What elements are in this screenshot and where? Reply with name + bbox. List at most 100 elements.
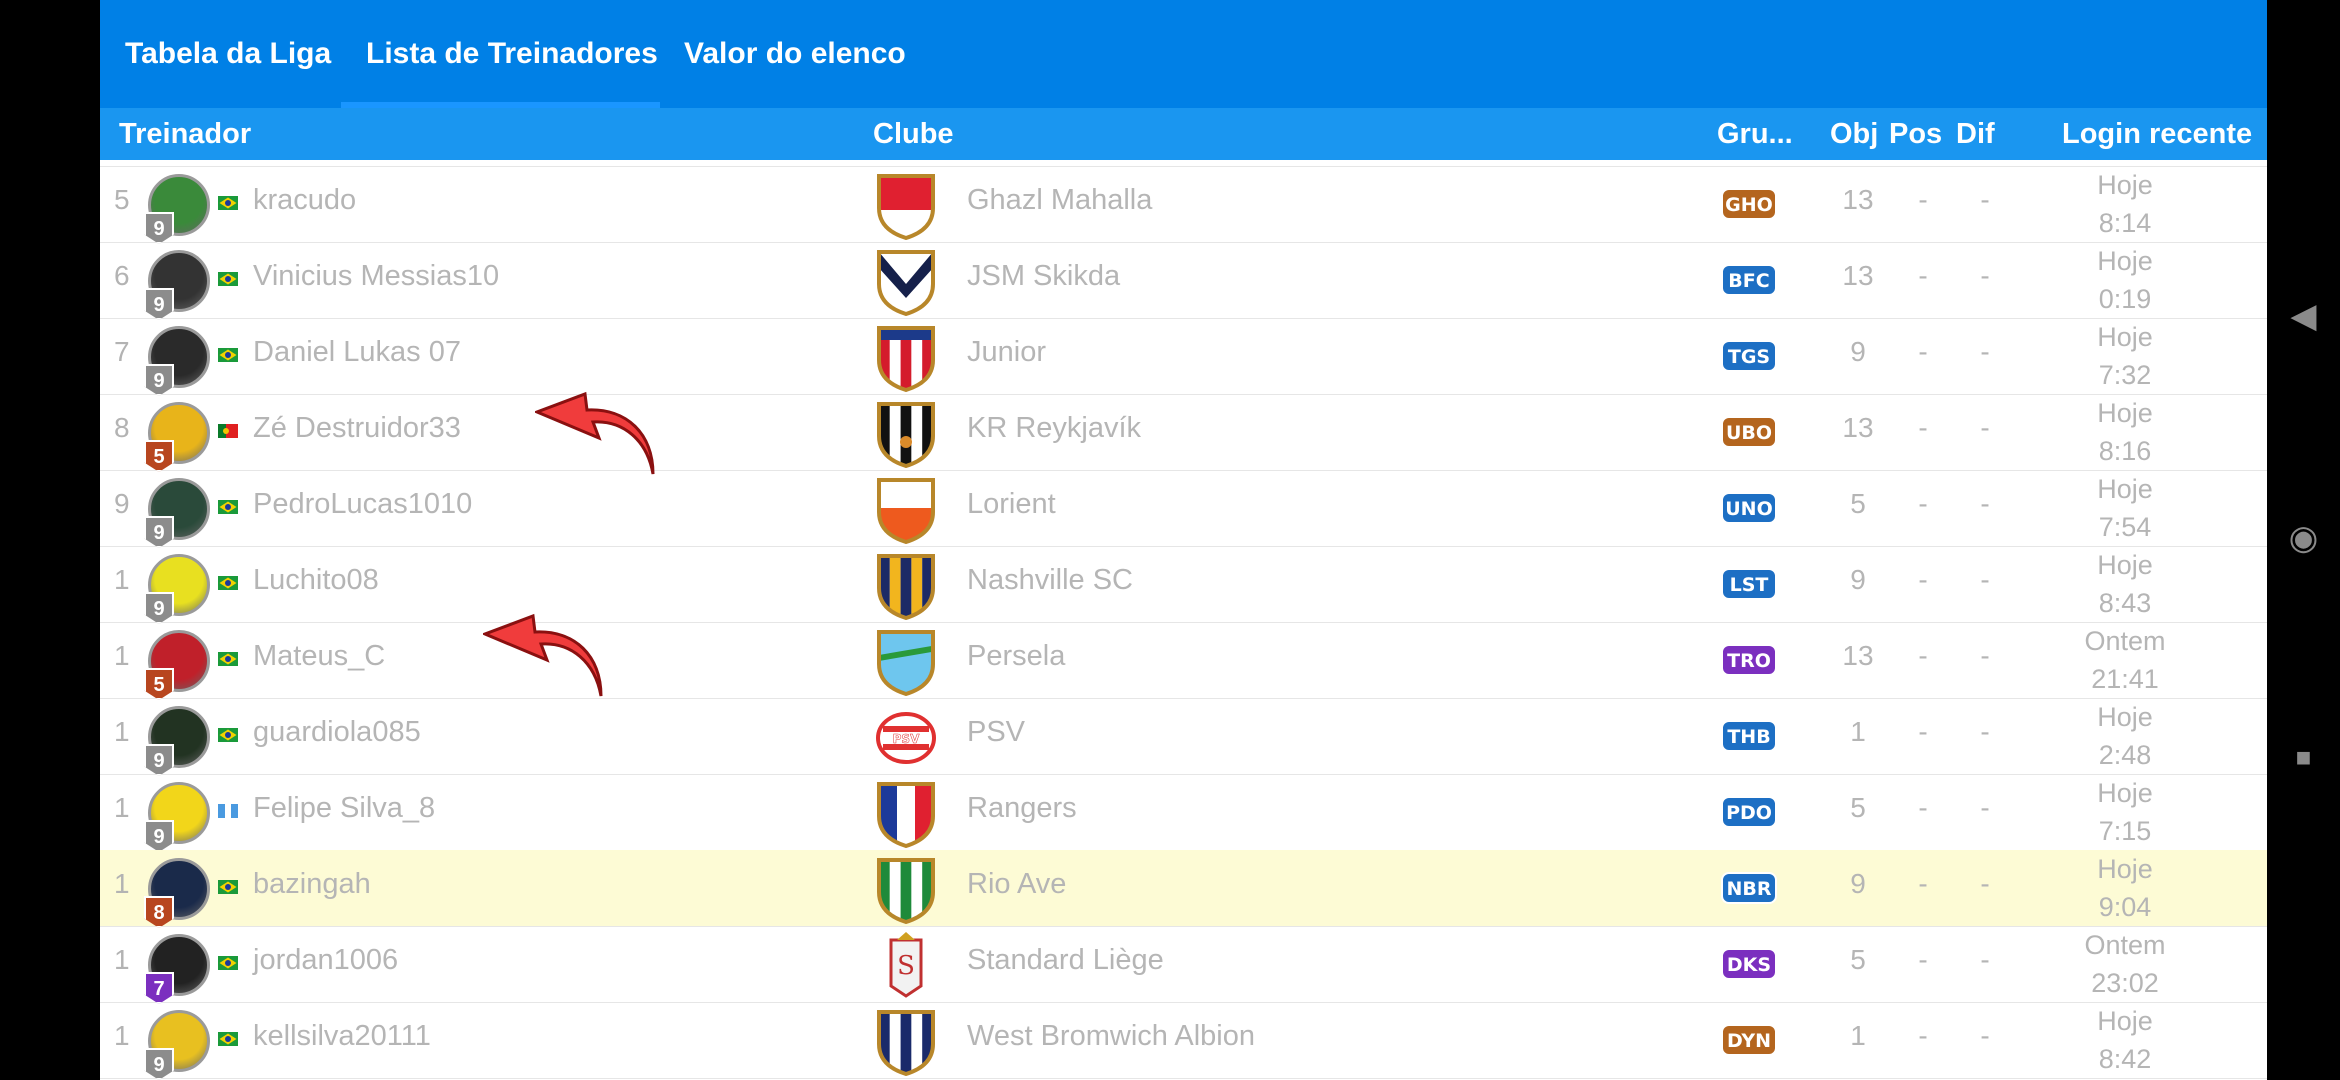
- rank-number: 1: [114, 1020, 130, 1051]
- svg-text:PSV: PSV: [893, 732, 920, 746]
- table-row[interactable]: 1 9 guardiola085 PSV PSV THB 1- - Hoje 2:48: [100, 698, 2267, 776]
- table-row[interactable]: 1 9 kellsilva20111 West Bromwich Albion DYN 1…: [100, 1002, 2267, 1080]
- difference-value: -: [1980, 944, 1990, 975]
- col-login[interactable]: Login recente: [2062, 118, 2252, 151]
- brazil-flag-icon: [218, 728, 238, 742]
- group-badge: BFC: [1721, 264, 1777, 296]
- coach-name[interactable]: Luchito08: [253, 564, 379, 597]
- group-code: THB: [1727, 726, 1770, 748]
- club-crest-icon: [877, 478, 935, 544]
- table-row[interactable]: 9 9 PedroLucas1010 Lorient UNO 5 - - Hoje 7:54: [100, 470, 2267, 548]
- table-row[interactable]: 5 9 kracudo Ghazl Mahalla GHO 13 - - Hoje 8:14: [100, 166, 2267, 244]
- club-name[interactable]: Rio Ave: [967, 868, 1066, 901]
- login-day: Hoje: [2097, 170, 2153, 200]
- brazil-flag-icon: [218, 272, 238, 286]
- coach-name[interactable]: Zé Destruidor33: [253, 412, 461, 445]
- club-crest-icon: [877, 250, 935, 316]
- coach-name[interactable]: Daniel Lukas 07: [253, 336, 461, 369]
- difference-value: -: [1980, 184, 1990, 215]
- login-time: 8:14: [2098, 208, 2152, 238]
- difference-value: -: [1980, 488, 1990, 519]
- club-name[interactable]: Standard Liège: [967, 944, 1164, 977]
- club-crest-icon: [877, 1010, 935, 1076]
- club-name[interactable]: PSV: [967, 716, 1025, 749]
- club-crest-icon: [877, 782, 935, 848]
- col-obj[interactable]: Obj: [1830, 118, 1878, 151]
- group-code: PDO: [1726, 802, 1772, 824]
- club-name[interactable]: West Bromwich Albion: [967, 1020, 1255, 1053]
- table-row[interactable]: 8 5 Zé Destruidor33 KR Reykjavík UBO 13 - - Hoje…: [100, 394, 2267, 472]
- level-badge: 9: [144, 744, 174, 776]
- col-coach[interactable]: Treinador: [119, 118, 251, 151]
- login-time: 23:02: [2091, 968, 2159, 998]
- table-row[interactable]: 6 9 Vinicius Messias10 JSM Skikda BFC 13 - - Hoj…: [100, 242, 2267, 320]
- position-value: -: [1918, 412, 1928, 443]
- app-screen: Tabela da Liga Lista de Treinadores Valo…: [100, 0, 2267, 1080]
- home-circle-icon[interactable]: ◉: [2267, 518, 2340, 558]
- group-badge: THB: [1721, 720, 1777, 752]
- login-day: Hoje: [2097, 550, 2153, 580]
- table-row[interactable]: 1 5 Mateus_C Persela TRO 13 - - Ontem 21:41: [100, 622, 2267, 700]
- level-badge: 9: [144, 212, 174, 244]
- login-time: 2:48: [2098, 740, 2152, 770]
- rank-number: 1: [114, 868, 130, 899]
- club-name[interactable]: JSM Skikda: [967, 260, 1120, 293]
- club-name[interactable]: Rangers: [967, 792, 1077, 825]
- tab-squad-value[interactable]: Valor do elenco: [684, 0, 906, 108]
- rank-number: 8: [114, 412, 130, 443]
- coach-name[interactable]: Vinicius Messias10: [253, 260, 499, 293]
- coach-name[interactable]: PedroLucas1010: [253, 488, 472, 521]
- login-day: Ontem: [2084, 930, 2166, 960]
- table-row[interactable]: 7 9 Daniel Lukas 07 Junior TGS 9- - Hoje 7:32: [100, 318, 2267, 396]
- coach-name[interactable]: Mateus_C: [253, 640, 385, 673]
- tab-coach-list[interactable]: Lista de Treinadores: [366, 0, 658, 108]
- table-row[interactable]: 1 8 bazingah Rio Ave NBR 9 - - Hoje 9:04: [100, 850, 2267, 928]
- club-name[interactable]: Lorient: [967, 488, 1056, 521]
- level-badge: 9: [144, 288, 174, 320]
- back-triangle-icon[interactable]: ◀: [2267, 296, 2340, 336]
- rank-number: 1: [114, 640, 130, 671]
- group-badge: LST: [1721, 568, 1777, 600]
- col-pos[interactable]: Pos: [1889, 118, 1942, 151]
- login-day: Hoje: [2097, 1006, 2153, 1036]
- position-value: -: [1918, 336, 1928, 367]
- level-badge: 5: [144, 668, 174, 700]
- col-club[interactable]: Clube: [873, 118, 954, 151]
- group-code: TRO: [1727, 650, 1771, 672]
- tab-league-table[interactable]: Tabela da Liga: [125, 0, 331, 108]
- coach-name[interactable]: guardiola085: [253, 716, 421, 749]
- column-header: Treinador Clube Gru... Obj Pos Dif Login…: [100, 108, 2267, 160]
- group-badge: PDO: [1721, 796, 1777, 828]
- group-code: LST: [1730, 574, 1769, 596]
- club-crest-icon: [877, 326, 935, 392]
- difference-value: -: [1980, 792, 1990, 823]
- coach-name[interactable]: bazingah: [253, 868, 371, 901]
- coach-name[interactable]: jordan1006: [253, 944, 398, 977]
- objective-value: 1: [1850, 716, 1866, 747]
- club-name[interactable]: Persela: [967, 640, 1065, 673]
- table-row[interactable]: 1 7 jordan1006 S Standard Liège DKS 5 - - Ontem 23…: [100, 926, 2267, 1004]
- coach-name[interactable]: kellsilva20111: [253, 1020, 431, 1053]
- col-group[interactable]: Gru...: [1717, 118, 1793, 151]
- rank-number: 5: [114, 184, 130, 215]
- table-row[interactable]: 1 9 Felipe Silva_8 Rangers PDO 5 - - Hoje 7:15: [100, 774, 2267, 852]
- club-name[interactable]: Nashville SC: [967, 564, 1133, 597]
- coach-name[interactable]: Felipe Silva_8: [253, 792, 435, 825]
- objective-value: 13: [1842, 640, 1874, 671]
- login-time: 7:32: [2098, 360, 2152, 390]
- level-badge: 8: [144, 896, 174, 928]
- rank-number: 6: [114, 260, 130, 291]
- login-day: Hoje: [2097, 854, 2153, 884]
- club-name[interactable]: Ghazl Mahalla: [967, 184, 1152, 217]
- objective-value: 1: [1850, 1020, 1866, 1051]
- group-badge: NBR: [1721, 872, 1777, 904]
- login-time: 7:15: [2098, 816, 2152, 846]
- group-code: BFC: [1728, 270, 1769, 292]
- recents-square-icon[interactable]: ■: [2267, 742, 2340, 773]
- club-name[interactable]: Junior: [967, 336, 1046, 369]
- col-dif[interactable]: Dif: [1956, 118, 1995, 151]
- table-row[interactable]: 1 9 Luchito08 Nashville SC LST 9- - Hoje 8:43: [100, 546, 2267, 624]
- coach-name[interactable]: kracudo: [253, 184, 356, 217]
- club-name[interactable]: KR Reykjavík: [967, 412, 1141, 445]
- login-time: 8:42: [2098, 1044, 2152, 1074]
